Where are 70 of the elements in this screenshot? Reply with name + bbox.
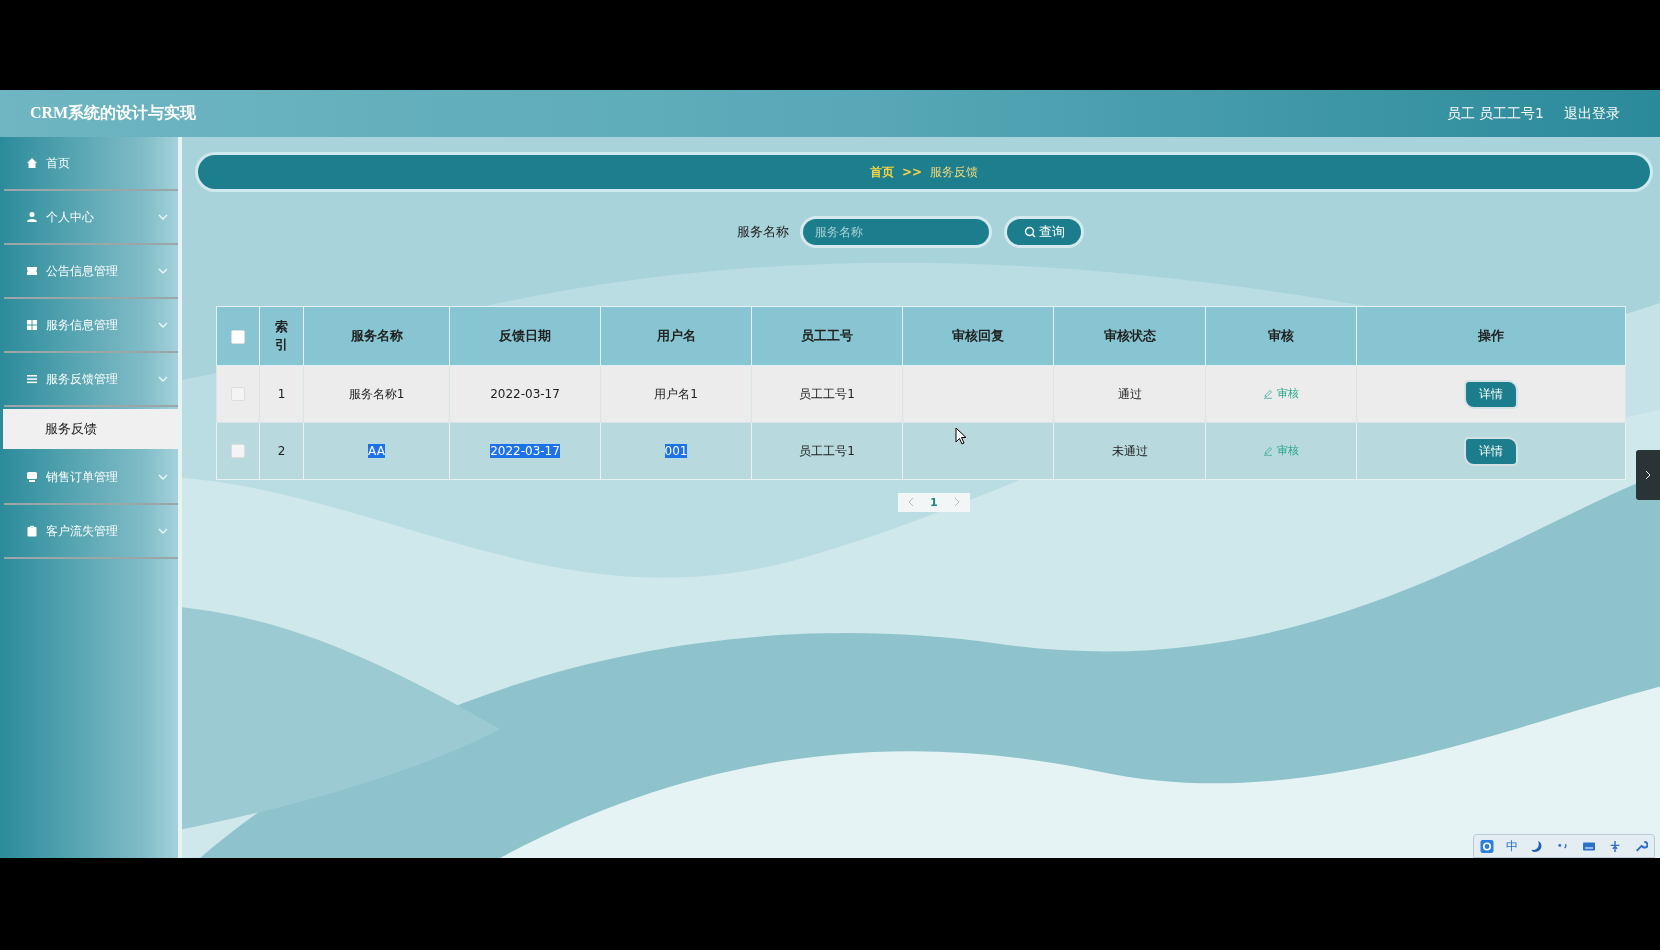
sidebar-item[interactable]: 个人中心 [4,191,178,245]
column-header: 审核状态 [1053,306,1206,366]
wrench-icon[interactable] [1634,839,1648,853]
detail-button[interactable]: 详情 [1466,381,1516,407]
chevron-icon [158,268,168,274]
table-cell: 员工工号1 [751,365,903,423]
chevron-icon [158,376,168,382]
column-header: 审核回复 [902,306,1054,366]
cursor-icon [955,427,967,445]
chevron-icon [158,528,168,534]
column-header: 用户名 [600,306,752,366]
next-page-icon[interactable] [953,497,960,507]
table-cell: 员工工号1 [751,422,903,480]
table-cell: 001 [600,422,752,480]
pencil-icon [1263,388,1273,399]
review-link[interactable]: 审核 [1263,443,1299,459]
search-label: 服务名称 [737,223,789,241]
figure-icon[interactable] [1608,839,1622,853]
sidebar-item[interactable]: 首页 [4,137,178,191]
moon-icon[interactable] [1530,839,1544,853]
table-cell: 2022-03-17 [449,422,601,480]
column-header: 员工工号 [751,306,903,366]
chevron-icon [158,474,168,480]
search-icon [1023,226,1036,238]
table-cell: 1 [259,365,304,423]
column-header: 索引 [259,306,304,366]
checkbox[interactable] [231,329,245,344]
sidebar-item[interactable]: 服务反馈管理 [4,353,178,407]
checkbox[interactable] [231,444,245,459]
sidebar-item[interactable]: 公告信息管理 [4,245,178,299]
submenu-item[interactable]: 服务反馈 [3,409,178,449]
app-title: CRM系统的设计与实现 [30,103,197,123]
ticket-icon [26,265,38,277]
table-cell: AA [303,422,450,480]
column-header: 审核 [1205,306,1357,366]
detail-button[interactable]: 详情 [1466,438,1516,464]
column-header: 操作 [1356,306,1626,366]
previous-page-icon[interactable] [908,497,914,507]
person-icon [26,211,38,223]
breadcrumb-link[interactable]: 首页 [869,163,894,181]
table-cell: 通过 [1053,365,1206,423]
grid-icon [26,319,38,331]
breadcrumb-link[interactable]: 服务反馈 [930,163,979,181]
q-logo-icon[interactable] [1480,839,1494,853]
sidebar-item[interactable]: 客户流失管理 [4,505,178,559]
review-link[interactable]: 审核 [1263,386,1299,402]
chevron-icon [158,322,168,328]
breadcrumb-separator: >> [901,165,923,179]
table-cell: 未通过 [1053,422,1206,480]
table-cell: 2022-03-17 [449,365,601,423]
chevron-right-icon [1645,470,1651,480]
chevron-icon [158,214,168,220]
monitor-icon [26,471,38,483]
sidebar-item[interactable]: 销售订单管理 [4,451,178,505]
column-header: 反馈日期 [449,306,601,366]
pencil-icon [1263,445,1273,456]
search-button[interactable]: 查询 [1007,219,1081,245]
table-cell: 2 [259,422,304,480]
table-cell: 服务名称1 [303,365,450,423]
user-info: 员工 员工工号1 [1446,104,1544,123]
home-icon [26,157,38,169]
page-number[interactable]: 1 [930,495,938,509]
logout-link[interactable]: 退出登录 [1564,104,1620,123]
table-cell: 用户名1 [600,365,752,423]
list-icon [26,373,38,385]
language-indicator[interactable]: 中 [1506,837,1518,855]
search-field[interactable]: 服务名称 [803,219,989,245]
column-header: 服务名称 [303,306,450,366]
clipboard-icon [26,525,38,537]
sidebar-item[interactable]: 服务信息管理 [4,299,178,353]
